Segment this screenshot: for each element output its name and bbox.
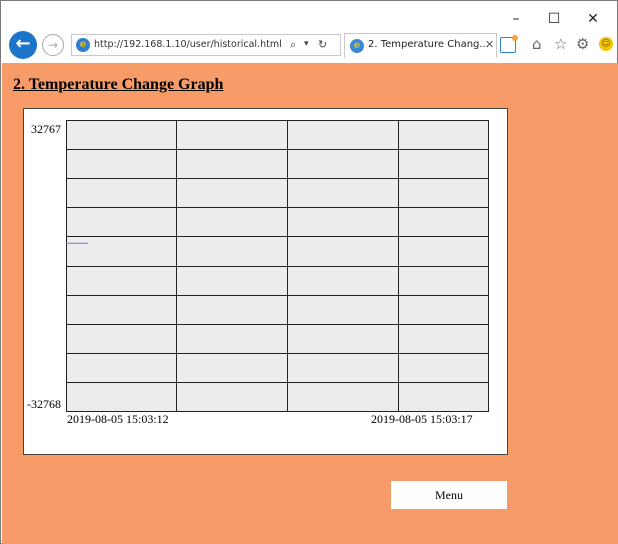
tab-title: 2. Temperature Chang... [368, 39, 489, 50]
new-tab-button[interactable] [500, 35, 518, 53]
tab-close-icon[interactable]: ✕ [485, 38, 494, 51]
search-icon[interactable]: ⌕ [290, 38, 296, 52]
y-tick-label-min: -32768 [27, 397, 61, 411]
back-button[interactable]: ← [9, 31, 37, 59]
x-tick-label-end: 2019-08-05 15:03:17 [371, 412, 473, 426]
forward-button[interactable]: → [42, 34, 64, 56]
x-tick-label-start: 2019-08-05 15:03:12 [67, 412, 169, 426]
gear-icon[interactable]: ⚙ [576, 35, 589, 53]
close-window-button[interactable]: ✕ [583, 11, 603, 27]
smiley-feedback-icon[interactable]: ☺ [599, 37, 613, 51]
arrow-right-icon: → [47, 38, 59, 52]
favorites-star-icon[interactable]: ☆ [554, 35, 567, 53]
ie-page-icon: e [76, 38, 90, 52]
chevron-down-icon[interactable]: ▾ [304, 39, 309, 49]
temperature-chart: 32767 -32768 2019-08-05 15:03:12 2019-08… [23, 108, 508, 455]
maximize-button[interactable]: ☐ [544, 11, 564, 27]
tab-temperature[interactable]: e 2. Temperature Chang... ✕ [344, 33, 497, 58]
address-bar[interactable]: e http://192.168.1.10/user/historical.ht… [71, 34, 341, 56]
refresh-icon[interactable]: ↻ [318, 38, 327, 51]
plot-area [66, 120, 489, 412]
page-title: 2. Temperature Change Graph [13, 76, 224, 93]
page-content: 2. Temperature Change Graph 32767 -32768… [2, 63, 618, 544]
url-text[interactable]: http://192.168.1.10/user/historical.html [94, 39, 282, 50]
menu-button[interactable]: Menu [391, 481, 507, 509]
ie-tab-icon: e [350, 39, 364, 53]
minimize-button[interactable]: – [506, 11, 526, 27]
y-tick-label-max: 32767 [31, 122, 61, 136]
home-icon[interactable]: ⌂ [532, 35, 542, 53]
arrow-left-icon: ← [15, 33, 31, 54]
browser-window: – ☐ ✕ ← → e http://192.168.1.10/user/his… [0, 0, 618, 544]
